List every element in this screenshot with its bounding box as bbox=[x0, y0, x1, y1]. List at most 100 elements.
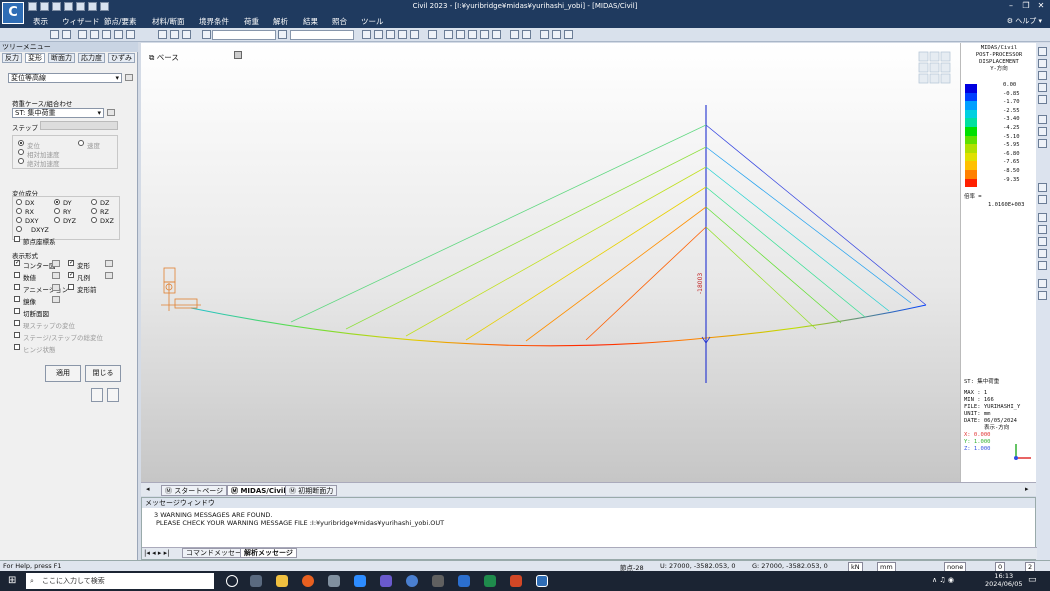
filter-field[interactable] bbox=[290, 30, 354, 40]
hidden-icon[interactable] bbox=[510, 30, 519, 39]
copy-icon[interactable] bbox=[107, 388, 119, 402]
undeformed-checkbox[interactable] bbox=[68, 284, 74, 290]
view-icon[interactable] bbox=[1038, 183, 1047, 192]
rotate-icon[interactable] bbox=[398, 30, 407, 39]
identify-icon[interactable] bbox=[126, 30, 135, 39]
radio-dx[interactable] bbox=[16, 199, 22, 205]
menu-results[interactable]: 結果 bbox=[303, 16, 318, 27]
activate-all-icon[interactable] bbox=[182, 30, 191, 39]
radio-displacement[interactable] bbox=[18, 140, 24, 146]
zoom-out-icon[interactable] bbox=[1038, 59, 1047, 68]
radio-absolute-accel[interactable] bbox=[18, 158, 24, 164]
filter-icon[interactable] bbox=[278, 30, 287, 39]
search-icon[interactable] bbox=[1038, 115, 1047, 124]
view-top-icon[interactable] bbox=[456, 30, 465, 39]
help-menu[interactable]: ⚙ ヘルプ ▾ bbox=[1007, 16, 1042, 26]
zoom-window-icon[interactable] bbox=[1038, 83, 1047, 92]
unselect-icon[interactable] bbox=[102, 30, 111, 39]
layer-4-icon[interactable] bbox=[1038, 249, 1047, 258]
animation-checkbox[interactable] bbox=[14, 284, 20, 290]
menu-node-element[interactable]: 節点/要素 bbox=[104, 16, 137, 27]
contour-options-button[interactable] bbox=[52, 260, 60, 267]
tab-initial-force[interactable]: Ⓜ 初期断面力 bbox=[285, 485, 338, 496]
legend-checkbox[interactable] bbox=[68, 271, 74, 278]
restore-icon[interactable]: ❐ bbox=[1019, 1, 1033, 12]
cortana-icon[interactable] bbox=[226, 575, 238, 587]
app-icon[interactable] bbox=[380, 575, 392, 587]
tab-deformation[interactable]: 変形 bbox=[25, 53, 45, 63]
tab-force[interactable]: 断面力 bbox=[48, 53, 75, 63]
move-icon[interactable] bbox=[1038, 139, 1047, 148]
mirror-checkbox[interactable] bbox=[14, 296, 20, 302]
app-icon[interactable] bbox=[432, 575, 444, 587]
firefox-icon[interactable] bbox=[302, 575, 314, 587]
radio-dyz[interactable] bbox=[54, 217, 60, 223]
tab-strain[interactable]: ひずみ bbox=[108, 53, 135, 63]
select-icon[interactable] bbox=[50, 30, 59, 39]
radio-velocity[interactable] bbox=[78, 140, 84, 146]
tab-midas-civil[interactable]: Ⓜ MIDAS/Civil bbox=[227, 485, 290, 496]
previous-select-icon[interactable] bbox=[114, 30, 123, 39]
values-options-button[interactable] bbox=[52, 272, 60, 279]
zoom-icon[interactable] bbox=[354, 575, 366, 587]
shrink-icon[interactable] bbox=[522, 30, 531, 39]
select-window-icon[interactable] bbox=[62, 30, 71, 39]
explorer-icon[interactable] bbox=[276, 575, 288, 587]
menu-material-section[interactable]: 材料/断面 bbox=[152, 16, 185, 27]
minimize-icon[interactable]: – bbox=[1004, 1, 1018, 12]
view-bottom-icon[interactable] bbox=[492, 30, 501, 39]
powerpoint-icon[interactable] bbox=[510, 575, 522, 587]
radio-dxyz[interactable] bbox=[16, 226, 22, 232]
activate-icon[interactable] bbox=[158, 30, 167, 39]
animation-options-button[interactable] bbox=[52, 284, 60, 291]
menu-view[interactable]: 表示 bbox=[33, 16, 48, 27]
tab-stress[interactable]: 応力度 bbox=[78, 53, 105, 63]
tray-icons[interactable]: ∧ ♫ ◉ bbox=[932, 576, 954, 584]
tab-start-page[interactable]: Ⓜ スタートページ bbox=[161, 485, 228, 496]
app-logo[interactable]: C bbox=[2, 2, 24, 24]
rotate-icon[interactable] bbox=[1038, 127, 1047, 136]
app-icon[interactable] bbox=[328, 575, 340, 587]
zoom-window-icon[interactable] bbox=[362, 30, 371, 39]
menu-load[interactable]: 荷重 bbox=[244, 16, 259, 27]
capture-icon[interactable] bbox=[1038, 291, 1047, 300]
deform-checkbox[interactable] bbox=[68, 259, 74, 266]
inactivate-icon[interactable] bbox=[170, 30, 179, 39]
view-side-icon[interactable] bbox=[1038, 195, 1047, 204]
radio-rz[interactable] bbox=[91, 208, 97, 214]
tab-analysis-message[interactable]: 解析メッセージ bbox=[240, 548, 297, 558]
message-nav-icon[interactable]: |◂ ◂ ▸ ▸| bbox=[144, 549, 169, 557]
pointer-icon[interactable] bbox=[202, 30, 211, 39]
pan-icon[interactable] bbox=[1038, 95, 1047, 104]
tab-scroll-right-icon[interactable]: ▸ bbox=[1025, 485, 1029, 493]
mirror-options-button[interactable] bbox=[52, 296, 60, 303]
loadcase-select[interactable]: ST: 集中荷重 bbox=[12, 108, 104, 118]
windows-start-icon[interactable]: ⊞ bbox=[8, 575, 16, 586]
excel-icon[interactable] bbox=[484, 575, 496, 587]
contour-checkbox[interactable] bbox=[14, 259, 20, 266]
tab-reaction[interactable]: 反力 bbox=[2, 53, 22, 63]
word-icon[interactable] bbox=[458, 575, 470, 587]
current-step-checkbox[interactable] bbox=[14, 320, 20, 326]
layer-3-icon[interactable] bbox=[1038, 237, 1047, 246]
layer-2-icon[interactable] bbox=[1038, 225, 1047, 234]
midas-civil-taskbar-icon[interactable] bbox=[536, 575, 548, 587]
hinge-checkbox[interactable] bbox=[14, 344, 20, 350]
select-poly-icon[interactable] bbox=[78, 30, 87, 39]
deform-options-button[interactable] bbox=[105, 260, 113, 267]
layer-icon[interactable] bbox=[1038, 213, 1047, 222]
model-viewport[interactable]: ⧉ ベース -18003 bbox=[141, 43, 960, 482]
task-view-icon[interactable] bbox=[250, 575, 262, 587]
view-right-icon[interactable] bbox=[480, 30, 489, 39]
display-icon[interactable] bbox=[540, 30, 549, 39]
notification-icon[interactable]: ▭ bbox=[1028, 575, 1037, 585]
view-iso-icon[interactable] bbox=[428, 30, 437, 39]
close-button[interactable]: 閉じる bbox=[85, 365, 121, 382]
export-icon[interactable] bbox=[1038, 279, 1047, 288]
select-all-icon[interactable] bbox=[90, 30, 99, 39]
local-coord-checkbox[interactable] bbox=[14, 236, 20, 242]
menu-wizard[interactable]: ウィザード bbox=[62, 16, 100, 27]
apply-button[interactable]: 適用 bbox=[45, 365, 81, 382]
radio-dxz[interactable] bbox=[91, 217, 97, 223]
view-left-icon[interactable] bbox=[468, 30, 477, 39]
